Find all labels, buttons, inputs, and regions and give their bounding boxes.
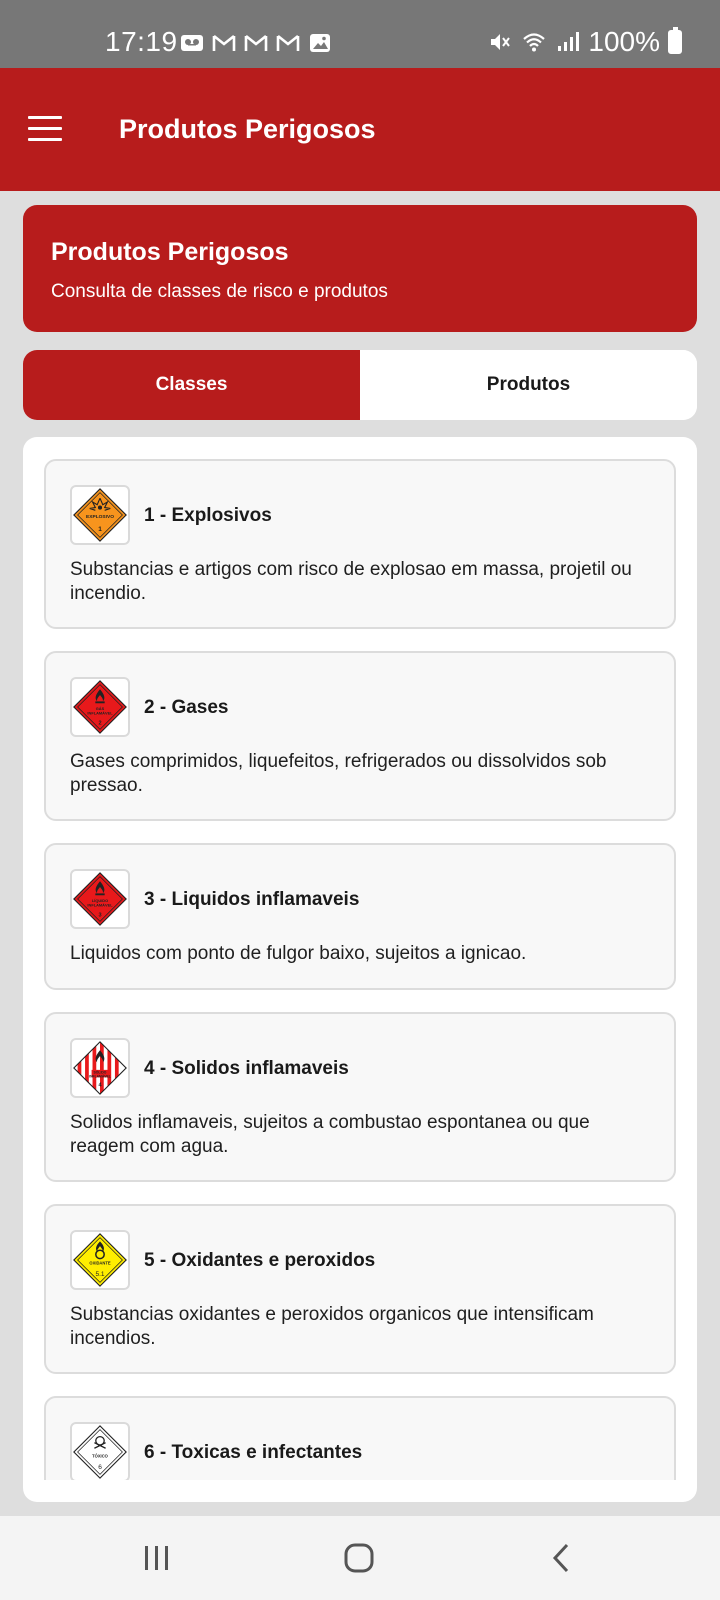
header-subtitle: Consulta de classes de risco e produtos [51,281,388,302]
class-card-toxicas-infectantes[interactable]: TÓXICO 6 6 - Toxicas e infectantes [44,1396,676,1480]
back-button[interactable] [536,1538,586,1578]
app-bar: Produtos Perigosos [0,68,720,191]
recent-apps-button[interactable] [132,1538,182,1578]
status-right: 100% [488,26,682,58]
class-title: 6 - Toxicas e infectantes [144,1442,363,1463]
status-time: 17:19 [105,26,178,57]
class-description: Solidos inflamaveis, sujeitos a combusta… [70,1112,590,1157]
tab-classes[interactable]: Classes [23,350,360,420]
flammable-liquid-placard-icon: LÍQUIDO INFLAMÁVEL 3 [70,869,130,929]
class-card-gases[interactable]: GÁS INFLAMÁVEL 2 2 - Gases Gases comprim… [44,651,676,821]
class-title: 4 - Solidos inflamaveis [144,1058,349,1079]
toxic-placard-icon: TÓXICO 6 [70,1422,130,1480]
flammable-solid-placard-icon: SÓLIDO INFLAMÁVEL 4 [70,1038,130,1098]
class-title: 1 - Explosivos [144,505,272,526]
signal-icon [558,32,580,51]
classes-list[interactable]: EXPLOSIVO 1 1 - Explosivos Substancias e… [23,437,697,1480]
recent-apps-icon [145,1546,168,1570]
class-card-liquidos-inflamaveis[interactable]: LÍQUIDO INFLAMÁVEL 3 3 - Liquidos inflam… [44,843,676,990]
gmail-icon [276,34,300,51]
classes-list-panel[interactable]: EXPLOSIVO 1 1 - Explosivos Substancias e… [23,437,697,1502]
battery-icon [668,27,682,54]
svg-text:INFLAMÁVEL: INFLAMÁVEL [87,710,113,715]
mute-icon [491,34,511,50]
svg-text:2: 2 [98,721,101,727]
svg-text:3: 3 [98,913,101,919]
class-title: 3 - Liquidos inflamaveis [144,889,360,910]
back-icon [552,1543,569,1573]
tab-produtos[interactable]: Produtos [360,350,697,420]
system-nav-bar [0,1516,720,1600]
wifi-icon [523,33,546,52]
class-description: Gases comprimidos, liquefeitos, refriger… [70,751,607,796]
class-card-oxidantes-peroxidos[interactable]: OXIDANTE 5.1 5 - Oxidantes e peroxidos S… [44,1204,676,1374]
svg-text:INFLAMÁVEL: INFLAMÁVEL [89,1073,111,1078]
battery-percentage: 100% [588,26,660,57]
svg-text:TÓXICO: TÓXICO [92,1454,109,1459]
voicemail-icon [181,35,203,51]
svg-text:OXIDANTE: OXIDANTE [89,1261,110,1266]
image-icon [310,34,330,52]
class-title: 5 - Oxidantes e peroxidos [144,1250,376,1271]
hamburger-line [28,116,62,119]
menu-button[interactable] [28,116,62,142]
svg-text:1: 1 [98,526,102,533]
class-description: Substancias oxidantes e peroxidos organi… [70,1304,594,1349]
svg-text:INFLAMÁVEL: INFLAMÁVEL [87,902,113,907]
class-description: Substancias e artigos com risco de explo… [70,559,632,604]
hamburger-line [28,138,62,141]
tab-bar: Classes Produtos [23,350,697,420]
header-title: Produtos Perigosos [51,238,289,266]
home-icon [344,1543,374,1573]
svg-text:6: 6 [98,1464,102,1471]
home-button[interactable] [334,1538,384,1578]
notification-icons [180,32,332,54]
class-description: Liquidos com ponto de fulgor baixo, suje… [70,943,527,964]
class-card-solidos-inflamaveis[interactable]: SÓLIDO INFLAMÁVEL 4 4 - Solidos inflamav… [44,1012,676,1182]
flammable-gas-placard-icon: GÁS INFLAMÁVEL 2 [70,677,130,737]
app-title: Produtos Perigosos [119,114,376,144]
class-card-explosivos[interactable]: EXPLOSIVO 1 1 - Explosivos Substancias e… [44,459,676,629]
hamburger-line [28,127,62,130]
oxidizer-placard-icon: OXIDANTE 5.1 [70,1230,130,1290]
gmail-icon [212,34,236,51]
header-card: Produtos Perigosos Consulta de classes d… [23,205,697,332]
svg-text:5.1: 5.1 [95,1271,104,1278]
svg-text:EXPLOSIVO: EXPLOSIVO [86,514,114,520]
explosive-placard-icon: EXPLOSIVO 1 [70,485,130,545]
class-title: 2 - Gases [144,697,229,718]
status-bar: 17:19 100% [0,0,720,68]
gmail-icon [244,34,268,51]
